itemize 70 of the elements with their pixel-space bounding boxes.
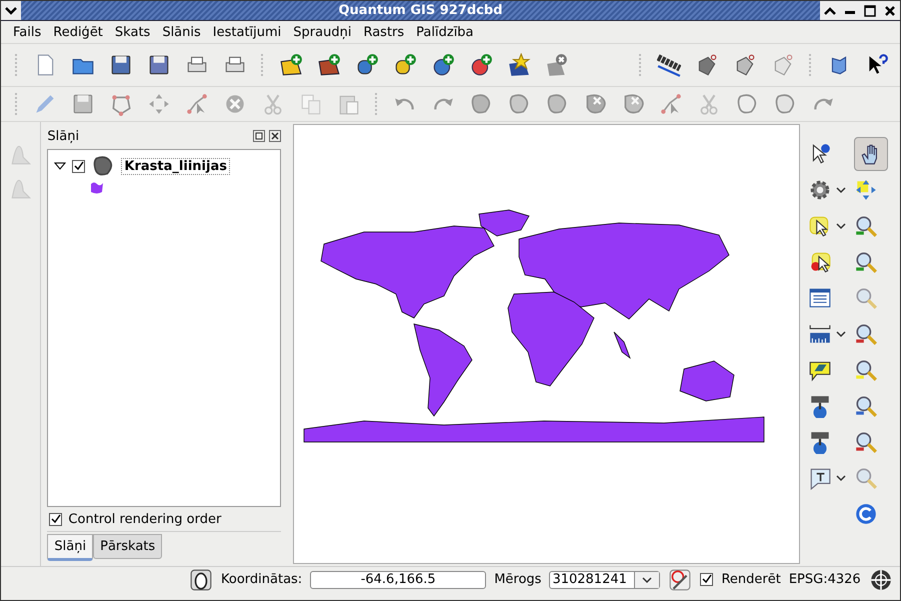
- window-title: Quantum GIS 927dcbd: [337, 3, 504, 18]
- caret-icon[interactable]: [836, 221, 846, 231]
- text-annotation-icon[interactable]: [808, 466, 832, 490]
- tab[interactable]: Slāņi: [47, 534, 94, 561]
- move-icon: [147, 92, 171, 116]
- checkbox[interactable]: [700, 573, 714, 586]
- shape-icon: [773, 92, 797, 116]
- zoom-extent-icon[interactable]: [854, 394, 878, 418]
- scale-label: Mērogs: [494, 572, 542, 587]
- vertex-icon: [185, 92, 209, 116]
- menu-item[interactable]: Rediģēt: [47, 24, 109, 40]
- float-icon[interactable]: [253, 130, 265, 142]
- menu-item[interactable]: Slānis: [156, 24, 207, 40]
- add-vector-layer-icon: [279, 53, 303, 77]
- save-as-icon: [147, 53, 171, 77]
- attribute-table-icon[interactable]: [808, 286, 832, 310]
- layer-name[interactable]: Krasta_liinijas: [121, 158, 230, 174]
- tab[interactable]: Pārskats: [93, 534, 162, 559]
- zoom-out-icon[interactable]: [854, 250, 878, 274]
- add-database-layer-icon: [393, 53, 417, 77]
- close-icon[interactable]: [884, 4, 896, 16]
- checkbox[interactable]: [49, 512, 62, 526]
- collapse-icon[interactable]: [54, 160, 66, 172]
- zoom-layer-icon[interactable]: [854, 322, 878, 346]
- caret-icon[interactable]: [642, 574, 652, 584]
- ring-icon: [507, 92, 531, 116]
- menu-item[interactable]: Spraudņi: [287, 24, 358, 40]
- save-icon: [71, 92, 95, 116]
- add-raster-layer-icon: [317, 53, 341, 77]
- maximize-icon[interactable]: [864, 4, 876, 16]
- checkbox-label: Control rendering order: [68, 512, 222, 526]
- panel-title: Slāņi: [47, 128, 80, 144]
- shade-icon[interactable]: [824, 6, 836, 14]
- remove-layer-icon: [545, 53, 569, 77]
- menu-item[interactable]: Fails: [7, 24, 48, 40]
- checkbox[interactable]: [72, 160, 86, 172]
- caret-icon[interactable]: [836, 185, 846, 195]
- add-globe-layer-icon: [469, 53, 493, 77]
- zoom-selection-icon[interactable]: [854, 358, 878, 382]
- ring-icon: [545, 92, 569, 116]
- gear-icon[interactable]: [808, 178, 832, 202]
- zoom-last-icon[interactable]: [854, 430, 878, 454]
- new-layer-icon: [507, 53, 531, 77]
- close-icon[interactable]: [269, 130, 281, 142]
- symbol-swatch: [90, 181, 104, 195]
- refresh-icon[interactable]: [854, 502, 878, 526]
- crs-label: EPSG:4326: [788, 572, 861, 587]
- pan-button[interactable]: [854, 137, 888, 171]
- shape-icon: [735, 92, 759, 116]
- stop-render-icon[interactable]: [668, 568, 692, 592]
- checkbox-label: Renderēt: [721, 572, 781, 587]
- caret-icon[interactable]: [836, 329, 846, 339]
- pan-to-selection-icon[interactable]: [854, 178, 878, 202]
- projection-icon[interactable]: [868, 568, 893, 592]
- menu-item[interactable]: Rastrs: [357, 24, 410, 40]
- add-globe-layer-icon: [431, 53, 455, 77]
- menu-item[interactable]: Palīdzība: [410, 24, 480, 40]
- menu-item[interactable]: Iestatījumi: [206, 24, 288, 40]
- vertex-icon: [659, 92, 683, 116]
- polygon-icon: [469, 92, 493, 116]
- coordinates-label: Koordinātas:: [221, 572, 302, 587]
- copy-icon: [299, 92, 323, 116]
- scale-combobox[interactable]: 310281241: [549, 570, 660, 588]
- save-icon: [109, 53, 133, 77]
- add-database-layer-icon: [355, 53, 379, 77]
- caret-icon[interactable]: [836, 473, 846, 483]
- window-menu-icon[interactable]: [5, 6, 17, 14]
- menu-item[interactable]: Skats: [108, 24, 156, 40]
- zoom-in-icon[interactable]: [854, 214, 878, 238]
- coordinates-field[interactable]: -64.6,166.5: [310, 570, 486, 588]
